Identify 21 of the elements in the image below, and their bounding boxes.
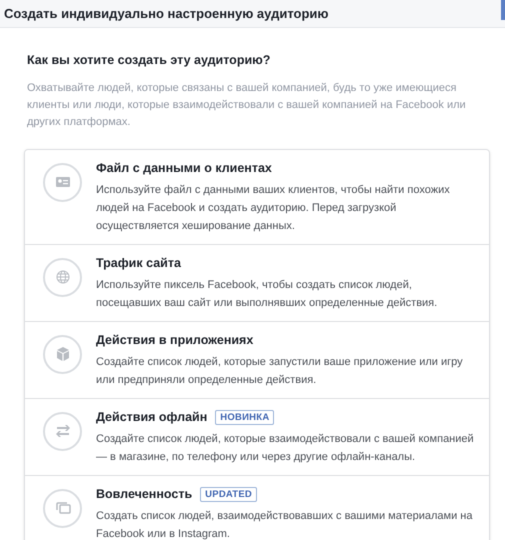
option-title: Действия офлайн — [96, 409, 208, 426]
option-description: Используйте пиксель Facebook, чтобы создать список людей, посещавших ваш сайт или выполнявших определенные действия. — [96, 278, 438, 311]
option-title: Файл с данными о клиентах — [96, 160, 272, 178]
option-title: Вовлеченность — [96, 486, 192, 504]
audience-option[interactable]: Файл с данными о клиентах Используйте файл с данными ваших клиентов, чтобы найти похожих людей на Facebook и создать аудиторию. Перед загрузкой осуществляется хеширование данных. — [25, 150, 489, 244]
option-title: Действия в приложениях — [96, 332, 254, 350]
description-text: Охватывайте людей, которые связаны с вашей компанией, будь то уже имеющиеся клиенты или люди, которые взаимодействовали с вашей компанией на Facebook или других платформах. — [27, 80, 467, 130]
dialog-title: Создать индивидуально настроенную аудиторию — [4, 4, 328, 23]
option-title: Трафик сайта — [96, 255, 181, 272]
option-description: Используйте файл с данными ваших клиентов, чтобы найти похожих людей на Facebook и создать аудиторию. Перед загрузкой осуществляется хеширование данных. — [96, 182, 451, 234]
option-description: Создать список людей, взаимодействовавших с вашими материалами на Facebook или в Instagram. — [96, 508, 474, 540]
option-description: Создайте список людей, которые взаимодействовали с вашей компанией — в магазине, по телефону или через другие офлайн-каналы. — [96, 432, 475, 465]
audience-option[interactable]: Трафик сайта Используйте пиксель Facebook, чтобы создать список людей, посещавших ваш сайт или выполнявших определенные действия. — [25, 244, 489, 321]
audience-option[interactable]: Вовлеченность UPDATED Создать список людей, взаимодействовавших с вашими материалами на Facebook или в Instagram. — [25, 474, 489, 540]
option-tag: НОВИНКА — [215, 410, 274, 426]
scrollbar-edge — [501, 0, 505, 20]
question-heading: Как вы хотите создать эту аудиторию? — [27, 52, 272, 69]
option-tag: UPDATED — [200, 487, 258, 502]
option-description: Создайте список людей, которые запустили ваше приложение или игру или предприняли определенные действия. — [96, 354, 464, 388]
audience-option[interactable]: Действия в приложениях Создайте список людей, которые запустили ваше приложение или игру или предприняли определенные действия. — [25, 320, 489, 398]
audience-option[interactable]: Действия офлайн НОВИНКА Создайте список людей, которые взаимодействовали с вашей компанией — в магазине, по телефону или через другие офлайн-каналы. — [25, 398, 489, 475]
